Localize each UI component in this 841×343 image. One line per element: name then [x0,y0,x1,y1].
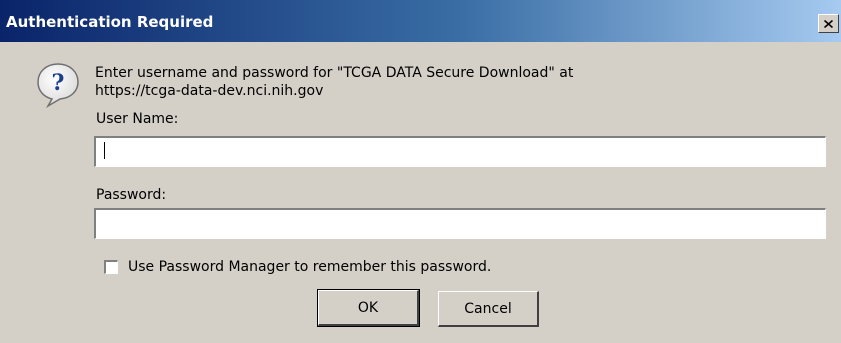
text-caret [104,142,105,159]
prompt-url: https://tcga-data-dev.nci.nih.gov [95,83,324,99]
question-help-icon: ? [37,63,79,108]
close-icon [824,19,833,28]
password-label: Password: [96,187,167,203]
ok-button[interactable]: OK [317,289,420,327]
prompt-message: Enter username and password for "TCGA DA… [95,64,815,100]
close-button[interactable] [818,14,839,33]
cancel-button[interactable]: Cancel [438,291,539,327]
username-label: User Name: [96,111,179,127]
username-input[interactable] [94,136,826,167]
remember-password-checkbox[interactable] [104,260,118,274]
dialog-title: Authentication Required [6,13,214,31]
auth-dialog: Authentication Required ? Enter username… [0,0,841,343]
question-glyph: ? [52,70,65,96]
remember-password-label[interactable]: Use Password Manager to remember this pa… [128,258,491,276]
title-bar: Authentication Required [0,0,841,42]
password-input[interactable] [94,208,826,239]
prompt-line-1: Enter username and password for "TCGA DA… [95,65,574,81]
